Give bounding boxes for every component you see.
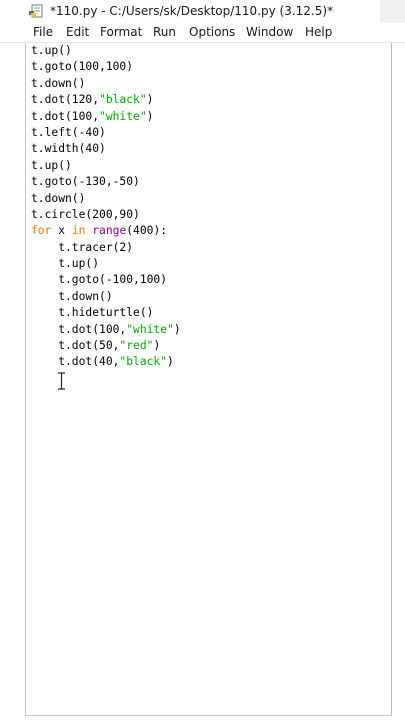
code-line[interactable]: t.dot(100,"white"): [31, 109, 386, 125]
code-line[interactable]: t.down(): [31, 191, 386, 207]
code-token-builtin: range: [92, 224, 127, 238]
code-line[interactable]: t.up(): [31, 43, 386, 59]
title-bar-corner: [380, 0, 405, 23]
code-token-default: ): [146, 109, 154, 123]
code-line[interactable]: t.up(): [31, 256, 386, 272]
code-line[interactable]: t.down(): [31, 289, 386, 305]
code-token-default: t.tracer(2): [31, 240, 134, 254]
code-token-keyword: in: [71, 224, 86, 238]
code-token-default: t.up(): [31, 44, 72, 57]
code-token-string: "red": [119, 339, 154, 353]
title-bar[interactable]: *110.py - C:/Users/sk/Desktop/110.py (3.…: [0, 0, 405, 23]
code-line[interactable]: t.hideturtle(): [31, 305, 386, 321]
code-line[interactable]: t.goto(-100,100): [31, 272, 386, 288]
editor-bottom-border: [25, 715, 392, 716]
menu-file[interactable]: File: [33, 25, 53, 41]
code-token-default: t.dot(120,: [31, 93, 100, 107]
menu-help[interactable]: Help: [305, 25, 332, 41]
code-line[interactable]: t.dot(100,"white"): [31, 322, 386, 338]
code-token-string: "black": [99, 93, 147, 107]
code-token-default: t.dot(100,: [31, 322, 127, 336]
code-token-string: "white": [99, 109, 147, 123]
code-token-default: ): [173, 322, 181, 336]
code-line[interactable]: t.goto(100,100): [31, 59, 386, 75]
code-token-default: x: [51, 224, 72, 238]
code-token-default: t.hideturtle(): [31, 306, 154, 320]
code-token-default: t.circle(200,90): [31, 207, 140, 221]
code-token-default: ): [167, 355, 174, 369]
menu-options[interactable]: Options: [189, 25, 235, 41]
code-token-default: t.dot(40,: [31, 355, 120, 369]
python-file-icon: [29, 4, 43, 18]
code-token-default: ): [146, 93, 154, 107]
window-title: *110.py - C:/Users/sk/Desktop/110.py (3.…: [50, 4, 334, 18]
code-token-string: "black": [119, 355, 168, 369]
code-line[interactable]: t.dot(120,"black"): [31, 92, 386, 108]
code-token-default: t.dot(50,: [31, 339, 120, 353]
code-line[interactable]: t.dot(40,"black"): [31, 354, 386, 370]
menu-window[interactable]: Window: [246, 25, 293, 41]
code-line[interactable]: t.up(): [31, 158, 386, 174]
code-token-default: t.dot(100,: [31, 109, 100, 123]
code-token-default: t.up(): [31, 158, 72, 172]
code-line[interactable]: t.circle(200,90): [31, 207, 386, 223]
code-token-default: t.down(): [31, 191, 86, 205]
code-line[interactable]: t.width(40): [31, 141, 386, 157]
menu-format[interactable]: Format: [100, 25, 142, 41]
code-token-default: t.down(): [31, 76, 86, 90]
code-token-default: ): [153, 339, 161, 353]
code-token-default: t.goto(100,100): [31, 60, 134, 74]
text-cursor-icon: [58, 372, 65, 390]
code-line[interactable]: t.left(-40): [31, 125, 386, 141]
code-token-default: t.down(): [31, 289, 113, 303]
code-token-default: t.up(): [31, 257, 100, 271]
code-token-default: t.goto(-130,-50): [31, 175, 140, 189]
code-text-area[interactable]: t.up() t.goto(100,100) t.down() t.dot(120,"…: [31, 43, 386, 371]
code-token-string: "white": [126, 322, 174, 336]
left-gutter: [0, 43, 25, 720]
code-token-default: t.width(40): [31, 142, 106, 156]
code-line[interactable]: for x in range(400):: [31, 223, 386, 239]
menu-bar: File Edit Format Run Options Window Help: [0, 23, 405, 43]
code-line[interactable]: t.goto(-130,-50): [31, 174, 386, 190]
code-token-default: (400):: [126, 224, 168, 238]
menu-edit[interactable]: Edit: [66, 25, 89, 41]
code-token-default: t.goto(-100,100): [31, 273, 168, 287]
code-token-keyword: for: [31, 224, 52, 238]
code-token-default: t.left(-40): [31, 125, 106, 139]
code-line[interactable]: t.tracer(2): [31, 240, 386, 256]
menu-run[interactable]: Run: [153, 25, 176, 41]
code-line[interactable]: t.dot(50,"red"): [31, 338, 386, 354]
code-line[interactable]: t.down(): [31, 76, 386, 92]
right-margin: [392, 43, 405, 720]
